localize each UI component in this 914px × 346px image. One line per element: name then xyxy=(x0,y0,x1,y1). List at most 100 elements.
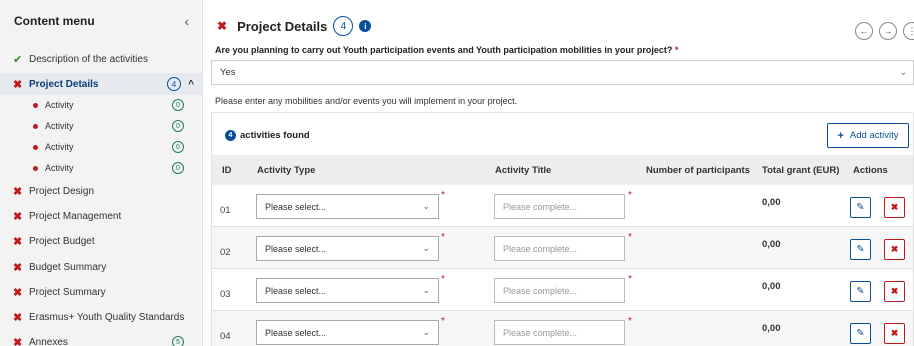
total-grant: 0,00 xyxy=(762,281,781,292)
column-id: ID xyxy=(222,165,232,176)
table-header: ID Activity Type Activity Title Number o… xyxy=(212,155,913,185)
more-icon[interactable]: ⋮ xyxy=(903,22,914,40)
table-row: 03 Please select... ⌄ * Please complete.… xyxy=(212,269,913,311)
row-id: 04 xyxy=(220,331,231,342)
count-badge: 5 xyxy=(172,336,184,346)
sidebar-item-project-budget[interactable]: ✖ Project Budget xyxy=(0,232,203,250)
sidebar-subitem-activity[interactable]: Activity 0 xyxy=(0,140,203,154)
column-activity-type: Activity Type xyxy=(257,165,316,176)
error-dot-icon xyxy=(33,123,38,129)
chevron-left-icon[interactable]: ‹ xyxy=(184,13,189,29)
sidebar-item-description[interactable]: ✔ Description of the activities xyxy=(0,50,203,68)
cross-icon: ✖ xyxy=(13,311,23,324)
question-text: Are you planning to carry out Youth part… xyxy=(215,45,673,55)
activities-found: 4 activities found xyxy=(225,130,310,141)
cross-icon: ✖ xyxy=(13,78,23,91)
sidebar-item-project-details[interactable]: ✖ Project Details 4 ^ xyxy=(0,73,203,95)
edit-button[interactable]: ✎ xyxy=(850,281,871,302)
sidebar-item-label: Erasmus+ Youth Quality Standards xyxy=(29,311,185,323)
info-icon[interactable]: i xyxy=(359,20,372,32)
found-label: activities found xyxy=(240,130,310,141)
activity-type-select[interactable]: Please select... ⌄ xyxy=(256,320,439,345)
required-marker: * xyxy=(628,316,632,327)
activity-type-value: Please select... xyxy=(265,201,327,212)
required-marker: * xyxy=(441,190,445,201)
activity-title-input[interactable]: Please complete... xyxy=(494,236,625,261)
activity-title-input[interactable]: Please complete... xyxy=(494,194,625,219)
pencil-icon: ✎ xyxy=(856,244,865,255)
cross-icon: ✖ xyxy=(890,286,899,296)
edit-button[interactable]: ✎ xyxy=(850,323,871,344)
sidebar-item-label: Project Summary xyxy=(29,286,106,298)
sidebar-subitem-activity[interactable]: Activity 0 xyxy=(0,119,203,133)
arrow-left-icon[interactable]: ← xyxy=(855,22,873,40)
plus-icon: + xyxy=(837,129,844,142)
pencil-icon: ✎ xyxy=(856,286,865,297)
cross-icon: ✖ xyxy=(13,210,23,223)
required-marker: * xyxy=(441,232,445,243)
pencil-icon: ✎ xyxy=(856,328,865,339)
count-badge: 0 xyxy=(172,120,184,132)
row-id: 01 xyxy=(220,205,231,216)
required-marker: * xyxy=(628,232,632,243)
content-menu-sidebar: Content menu ‹ ✔ Description of the acti… xyxy=(0,0,203,346)
sidebar-subitem-label: Activity xyxy=(45,163,74,173)
activity-type-value: Please select... xyxy=(265,327,327,338)
activity-type-select[interactable]: Please select... ⌄ xyxy=(256,278,439,303)
activity-title-input[interactable]: Please complete... xyxy=(494,278,625,303)
main-content: ✖ Project Details 4 i ← → ⋮ Are you plan… xyxy=(203,0,914,346)
column-actions: Actions xyxy=(853,165,888,176)
activity-type-value: Please select... xyxy=(265,243,327,254)
cross-icon: ✖ xyxy=(13,235,23,248)
sidebar-item-project-design[interactable]: ✖ Project Design xyxy=(0,182,203,200)
sidebar-item-label: Project Details xyxy=(29,78,99,90)
activities-panel: 4 activities found + Add activity ID Act… xyxy=(211,112,914,346)
cross-icon: ✖ xyxy=(890,244,899,254)
edit-button[interactable]: ✎ xyxy=(850,239,871,260)
edit-button[interactable]: ✎ xyxy=(850,197,871,218)
sidebar-subitem-label: Activity xyxy=(45,121,74,131)
count-badge: 0 xyxy=(172,162,184,174)
total-grant: 0,00 xyxy=(762,323,781,334)
add-activity-label: Add activity xyxy=(849,130,899,141)
sidebar-item-label: Annexes xyxy=(29,336,68,346)
total-grant: 0,00 xyxy=(762,197,781,208)
pencil-icon: ✎ xyxy=(856,202,865,213)
page-header: ✖ Project Details 4 i xyxy=(217,16,372,36)
activity-title-input[interactable]: Please complete... xyxy=(494,320,625,345)
count-badge: 0 xyxy=(172,99,184,111)
error-dot-icon xyxy=(33,165,38,171)
chevron-down-icon: ⌄ xyxy=(422,327,430,337)
sidebar-item-project-summary[interactable]: ✖ Project Summary xyxy=(0,283,203,301)
participation-select[interactable]: Yes ⌄ xyxy=(211,60,914,85)
table-row: 01 Please select... ⌄ * Please complete.… xyxy=(212,185,913,227)
column-participants: Number of participants xyxy=(646,165,750,176)
arrow-right-icon[interactable]: → xyxy=(879,22,897,40)
activity-type-select[interactable]: Please select... ⌄ xyxy=(256,194,439,219)
delete-button[interactable]: ✖ xyxy=(884,239,905,260)
add-activity-button[interactable]: + Add activity xyxy=(827,123,909,148)
chevron-up-icon[interactable]: ^ xyxy=(188,79,194,90)
activity-type-select[interactable]: Please select... ⌄ xyxy=(256,236,439,261)
sidebar-title: Content menu xyxy=(14,14,95,28)
chevron-down-icon: ⌄ xyxy=(422,243,430,253)
sidebar-item-label: Project Budget xyxy=(29,235,95,247)
delete-button[interactable]: ✖ xyxy=(884,197,905,218)
sidebar-item-quality-standards[interactable]: ✖ Erasmus+ Youth Quality Standards xyxy=(0,308,203,326)
cross-icon: ✖ xyxy=(13,261,23,274)
sidebar-item-budget-summary[interactable]: ✖ Budget Summary xyxy=(0,258,203,276)
sidebar-item-project-management[interactable]: ✖ Project Management xyxy=(0,207,203,225)
delete-button[interactable]: ✖ xyxy=(884,281,905,302)
total-grant: 0,00 xyxy=(762,239,781,250)
sidebar-subitem-label: Activity xyxy=(45,100,74,110)
count-badge: 4 xyxy=(167,77,181,91)
cross-icon: ✖ xyxy=(890,328,899,338)
sidebar-item-label: Description of the activities xyxy=(29,53,148,65)
cross-icon: ✖ xyxy=(217,19,228,33)
sidebar-subitem-activity[interactable]: Activity 0 xyxy=(0,161,203,175)
required-marker: * xyxy=(441,274,445,285)
checkmark-icon: ✔ xyxy=(13,53,23,66)
delete-button[interactable]: ✖ xyxy=(884,323,905,344)
sidebar-item-annexes[interactable]: ✖ Annexes 5 xyxy=(0,333,203,346)
sidebar-subitem-activity[interactable]: Activity 0 xyxy=(0,98,203,112)
